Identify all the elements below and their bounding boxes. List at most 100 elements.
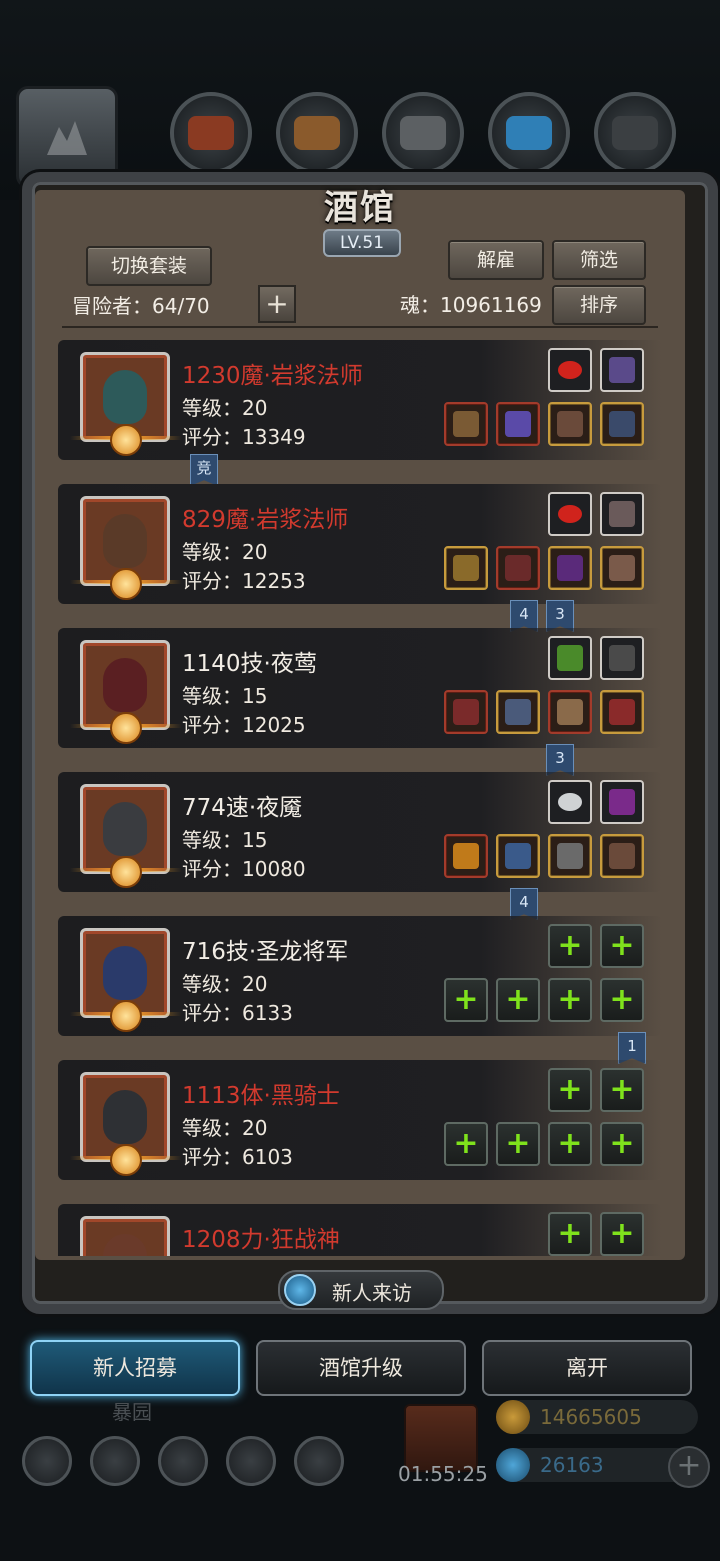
upgrade-tavern-button[interactable]: 酒馆升级 — [256, 1340, 466, 1396]
gold-value: 14665605 — [540, 1405, 642, 1429]
armor-icon — [505, 411, 531, 437]
map-icon[interactable] — [294, 1436, 344, 1486]
title-wrap: 酒馆 — [0, 180, 720, 229]
settings-icon[interactable] — [22, 1436, 72, 1486]
leave-button[interactable]: 离开 — [482, 1340, 692, 1396]
stone-resource-icon[interactable] — [382, 92, 464, 174]
hero-name: 1230魔·岩浆法师 — [182, 363, 363, 389]
equip-slot-helmet[interactable] — [548, 546, 592, 590]
red-gem-icon — [558, 361, 582, 379]
achievement-icon[interactable] — [90, 1436, 140, 1486]
plus-icon: + — [557, 1126, 583, 1161]
recruit-button[interactable]: 新人招募 — [30, 1340, 240, 1396]
empty-equip-slot[interactable]: + — [548, 924, 592, 968]
hero-row[interactable]: 1113体·黑骑士 等级：20 评分：6103 + + + + + + — [58, 1060, 662, 1180]
iron-resource-icon[interactable] — [594, 92, 676, 174]
equip-slot-artifact[interactable] — [600, 636, 644, 680]
empty-equip-slot[interactable]: + — [444, 978, 488, 1022]
equip-slot-artifact[interactable] — [600, 780, 644, 824]
add-currency-button[interactable]: + — [668, 1446, 710, 1488]
equip-slot-accessory[interactable] — [600, 834, 644, 878]
equip-slot-accessory[interactable] — [600, 690, 644, 734]
empty-equip-slot[interactable]: + — [548, 1122, 592, 1166]
empty-equip-slot[interactable]: + — [600, 1068, 644, 1112]
mail-icon[interactable] — [226, 1436, 276, 1486]
hero-row[interactable]: 1208力·狂战神 + + — [58, 1204, 662, 1256]
ring-icon — [557, 699, 583, 725]
equip-slot-armor[interactable] — [496, 834, 540, 878]
sort-button[interactable]: 排序 — [552, 285, 646, 325]
hero-level: 等级：20 — [182, 972, 268, 996]
equip-slot-weapon[interactable] — [444, 546, 488, 590]
night-terror-portrait-icon — [103, 802, 147, 856]
equip-slot-accessory[interactable] — [600, 402, 644, 446]
soul-count: 魂：10961169 — [400, 289, 542, 318]
equip-slot-armor[interactable] — [496, 690, 540, 734]
equip-slot-accessory[interactable] — [600, 546, 644, 590]
new-visitor-button[interactable]: 新人来访 — [278, 1270, 444, 1310]
hero-list[interactable]: 1230魔·岩浆法师 等级：20 评分：13349 竞 829魔·岩浆法师 等级… — [58, 340, 662, 1256]
equip-slot-artifact[interactable] — [600, 492, 644, 536]
star-badge-icon — [110, 424, 142, 456]
equip-slot-helmet[interactable] — [548, 402, 592, 446]
hero-level: 等级：15 — [182, 684, 268, 708]
equip-slot-gem[interactable] — [548, 348, 592, 392]
helmet-icon — [557, 411, 583, 437]
red-gem-icon — [558, 505, 582, 523]
feather-icon — [609, 501, 635, 527]
empty-equip-slot[interactable]: + — [496, 978, 540, 1022]
crystal-resource-icon[interactable] — [488, 92, 570, 174]
empty-equip-slot[interactable]: + — [600, 924, 644, 968]
equip-slot-gem[interactable] — [548, 492, 592, 536]
hero-name: 716技·圣龙将军 — [182, 939, 349, 965]
hero-row[interactable]: 1140技·夜莺 等级：15 评分：12025 — [58, 628, 662, 748]
empty-equip-slot[interactable]: + — [600, 978, 644, 1022]
plus-icon: + — [453, 982, 479, 1017]
plus-icon: + — [609, 982, 635, 1017]
equip-slot-artifact[interactable] — [600, 348, 644, 392]
empty-equip-slot[interactable]: + — [548, 1068, 592, 1112]
plus-icon: + — [453, 1126, 479, 1161]
equip-slot-weapon[interactable] — [444, 690, 488, 734]
empty-equip-slot[interactable]: + — [548, 1212, 592, 1256]
equip-slot-weapon[interactable] — [444, 834, 488, 878]
lantern-icon — [557, 645, 583, 671]
empty-equip-slot[interactable]: + — [444, 1122, 488, 1166]
switch-set-button[interactable]: 切换套装 — [86, 246, 212, 286]
equip-slot-gem[interactable] — [548, 636, 592, 680]
gem-value: 26163 — [540, 1453, 604, 1477]
hero-row[interactable]: 774速·夜魇 等级：15 评分：10080 — [58, 772, 662, 892]
hero-level: 等级：20 — [182, 1116, 268, 1140]
dismiss-button[interactable]: 解雇 — [448, 240, 544, 280]
add-adventurer-button[interactable]: + — [258, 285, 296, 323]
hero-level: 等级：15 — [182, 828, 268, 852]
equip-slot-gem[interactable] — [548, 780, 592, 824]
eye-icon — [557, 555, 583, 581]
gold-coin-icon — [496, 1400, 530, 1434]
hero-level: 等级：20 — [182, 396, 268, 420]
armor-icon — [505, 555, 531, 581]
equip-slot-weapon[interactable] — [444, 402, 488, 446]
equip-slot-helmet[interactable] — [548, 834, 592, 878]
hero-portrait[interactable] — [80, 1216, 170, 1256]
page-title: 酒馆 — [324, 188, 396, 228]
wood-resource-icon[interactable] — [276, 92, 358, 174]
filter-button[interactable]: 筛选 — [552, 240, 646, 280]
empty-equip-slot[interactable]: + — [548, 978, 592, 1022]
hero-row[interactable]: 1230魔·岩浆法师 等级：20 评分：13349 — [58, 340, 662, 460]
star-badge-icon — [110, 1000, 142, 1032]
hero-level: 等级：20 — [182, 540, 268, 564]
empty-equip-slot[interactable]: + — [496, 1122, 540, 1166]
equip-slot-armor[interactable] — [496, 402, 540, 446]
divider — [62, 326, 658, 328]
hero-row[interactable]: 716技·圣龙将军 等级：20 评分：6133 + + + + + + — [58, 916, 662, 1036]
empty-equip-slot[interactable]: + — [600, 1212, 644, 1256]
empty-equip-slot[interactable]: + — [600, 1122, 644, 1166]
hero-row[interactable]: 829魔·岩浆法师 等级：20 评分：12253 — [58, 484, 662, 604]
equip-slot-armor[interactable] — [496, 546, 540, 590]
meat-resource-icon[interactable] — [170, 92, 252, 174]
book-icon[interactable] — [158, 1436, 208, 1486]
star-badge-icon — [110, 712, 142, 744]
soul-value: 10961169 — [440, 293, 542, 317]
equip-slot-helmet[interactable] — [548, 690, 592, 734]
